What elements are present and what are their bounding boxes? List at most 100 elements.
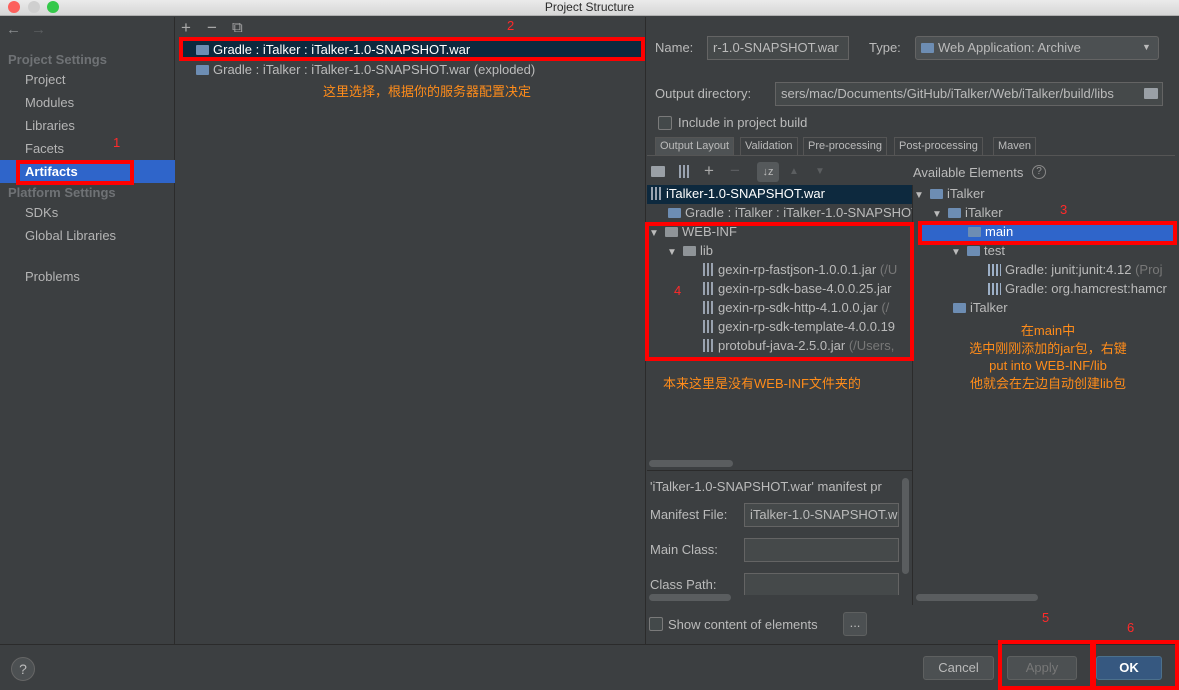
manifest-vertical-scrollbar[interactable]	[902, 478, 909, 574]
annotation-number-2: 2	[507, 18, 515, 33]
sidebar-item-project[interactable]: Project	[25, 72, 65, 87]
tab-maven[interactable]: Maven	[993, 137, 1037, 155]
annotation-webinf-note: 本来这里是没有WEB-INF文件夹的	[663, 376, 861, 391]
library-icon	[988, 264, 1001, 276]
module-icon	[967, 246, 980, 256]
module-icon	[930, 189, 943, 199]
available-elements-label: Available Elements	[913, 165, 1024, 180]
platform-settings-header: Platform Settings	[8, 185, 116, 200]
include-in-build-checkbox[interactable]	[658, 116, 672, 130]
annotation-number-4: 4	[674, 283, 682, 298]
sidebar-item-libraries[interactable]: Libraries	[25, 118, 75, 133]
available-horizontal-scrollbar[interactable]	[916, 594, 1038, 601]
artifacts-panel	[176, 17, 646, 644]
more-options-button[interactable]: ...	[843, 612, 867, 636]
expand-triangle-icon[interactable]: ▼	[951, 244, 967, 262]
annotation-box-4	[645, 222, 914, 361]
annotation-box-3	[918, 221, 1177, 245]
type-select[interactable]: Web Application: Archive	[915, 36, 1159, 60]
module-icon	[948, 208, 961, 218]
manifest-file-field[interactable]: iTalker-1.0-SNAPSHOT.w	[744, 503, 899, 527]
remove-artifact-icon[interactable]: −	[207, 18, 217, 38]
jar-icon	[651, 187, 661, 200]
output-directory-field[interactable]: sers/mac/Documents/GitHub/iTalker/Web/iT…	[775, 82, 1163, 106]
include-in-build-label: Include in project build	[678, 115, 808, 130]
class-path-label: Class Path:	[650, 577, 717, 592]
lib-path: (Proj	[1135, 262, 1163, 277]
available-test-module[interactable]: ▼ test	[951, 242, 1005, 262]
tab-post-processing[interactable]: Post-processing	[894, 137, 983, 155]
type-label: Type:	[869, 40, 901, 55]
show-content-label: Show content of elements	[668, 617, 818, 632]
layout-root-war[interactable]: iTalker-1.0-SNAPSHOT.war	[651, 185, 825, 203]
annotation-main-note-line: 他就会在左边自动创建lib包	[969, 375, 1126, 391]
available-lib-list: Gradle: junit:junit:4.12 (Proj Gradle: o…	[986, 261, 1176, 299]
chevron-down-icon: ▼	[1142, 42, 1151, 52]
sidebar-item-facets[interactable]: Facets	[25, 141, 64, 156]
help-icon[interactable]: ?	[1032, 165, 1046, 179]
window-title: Project Structure	[544, 0, 635, 14]
folder-browse-icon[interactable]	[1144, 88, 1158, 99]
sidebar-item-problems[interactable]: Problems	[25, 269, 80, 284]
sidebar-item-modules[interactable]: Modules	[25, 95, 74, 110]
artifact-item-war-exploded[interactable]: Gradle : iTalker : iTalker-1.0-SNAPSHOT.…	[196, 62, 535, 77]
add-copy-icon[interactable]: +	[704, 161, 714, 181]
available-second-root[interactable]: iTalker	[953, 299, 1008, 317]
available-root[interactable]: ▼ iTalker	[914, 185, 985, 205]
web-artifact-icon	[196, 65, 209, 75]
cancel-button[interactable]: Cancel	[923, 656, 994, 680]
layout-gradle-label: Gradle : iTalker : iTalker-1.0-SNAPSHOT.…	[685, 205, 912, 220]
annotation-number-5: 5	[1042, 610, 1050, 625]
name-field[interactable]: r-1.0-SNAPSHOT.war	[707, 36, 849, 60]
sidebar-item-global-libraries[interactable]: Global Libraries	[25, 228, 116, 243]
add-artifact-icon[interactable]: +	[181, 18, 191, 38]
layout-horizontal-scrollbar[interactable]	[649, 460, 733, 467]
forward-arrow-icon[interactable]: →	[31, 22, 46, 38]
help-button[interactable]: ?	[11, 657, 35, 681]
tabs-divider	[647, 155, 1175, 156]
lib-name: Gradle: junit:junit:4.12	[1005, 262, 1132, 277]
manifest-horizontal-scrollbar[interactable]	[649, 594, 731, 601]
main-class-field[interactable]	[744, 538, 899, 562]
tab-output-layout[interactable]: Output Layout	[655, 137, 735, 155]
annotation-main-note-line: 选中刚刚添加的jar包，右键	[969, 340, 1127, 356]
sidebar	[0, 17, 175, 644]
annotation-box-6	[1092, 640, 1179, 690]
tab-validation[interactable]: Validation	[740, 137, 798, 155]
list-item[interactable]: Gradle: org.hamcrest:hamcr	[988, 280, 1167, 298]
sort-elements-icon[interactable]: ↓z	[757, 162, 779, 182]
artifact-item-exploded-label: Gradle : iTalker : iTalker-1.0-SNAPSHOT.…	[213, 62, 536, 77]
remove-element-icon[interactable]: −	[730, 161, 740, 181]
output-directory-label: Output directory:	[655, 86, 752, 101]
layout-gradle-item[interactable]: Gradle : iTalker : iTalker-1.0-SNAPSHOT.…	[668, 204, 912, 222]
project-settings-header: Project Settings	[8, 52, 107, 67]
annotation-number-6: 6	[1127, 620, 1135, 635]
manifest-file-label: Manifest File:	[650, 507, 728, 522]
create-directory-icon[interactable]	[651, 166, 665, 177]
back-arrow-icon[interactable]: ←	[6, 22, 21, 38]
layout-root-label: iTalker-1.0-SNAPSHOT.war	[666, 186, 825, 201]
module-icon	[953, 303, 966, 313]
tab-pre-processing[interactable]: Pre-processing	[803, 137, 887, 155]
annotation-box-1	[16, 160, 134, 185]
create-archive-icon[interactable]	[679, 165, 689, 178]
annotation-main-note-line: 在main中	[1020, 323, 1076, 338]
manifest-header: 'iTalker-1.0-SNAPSHOT.war' manifest pr	[650, 479, 882, 494]
copy-artifact-icon[interactable]: ⧉	[232, 19, 243, 36]
available-root-label: iTalker	[947, 186, 985, 201]
class-path-field[interactable]	[744, 573, 899, 595]
library-icon	[988, 283, 1001, 295]
web-app-icon	[921, 43, 934, 53]
show-content-checkbox[interactable]	[649, 617, 663, 631]
list-item[interactable]: Gradle: junit:junit:4.12 (Proj	[988, 261, 1163, 279]
move-up-icon[interactable]: ▲	[789, 166, 799, 177]
manifest-panel: 'iTalker-1.0-SNAPSHOT.war' manifest pr M…	[647, 471, 912, 595]
annotation-box-2	[179, 37, 645, 61]
move-down-icon[interactable]: ▼	[815, 166, 825, 177]
annotation-main-note: 在main中 选中刚刚添加的jar包，右键 put into WEB-INF/l…	[952, 322, 1144, 392]
sidebar-item-sdks[interactable]: SDKs	[25, 205, 58, 220]
annotation-box-5	[998, 640, 1094, 690]
expand-triangle-icon[interactable]: ▼	[914, 187, 930, 205]
annotation-number-3: 3	[1060, 202, 1068, 217]
main-class-label: Main Class:	[650, 542, 718, 557]
